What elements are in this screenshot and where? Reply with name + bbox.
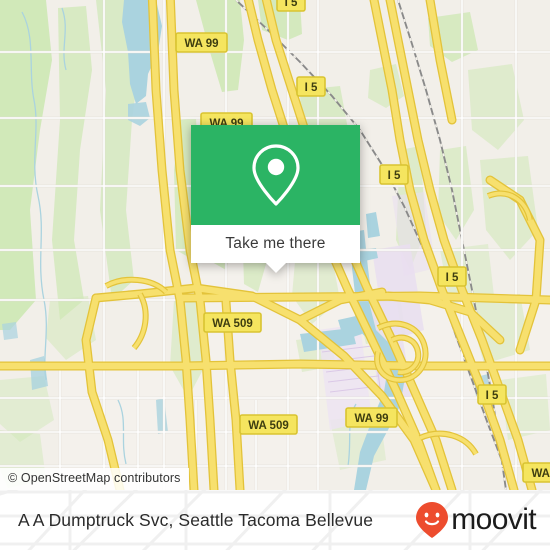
svg-text:I 5: I 5 <box>446 272 459 284</box>
shield-i5-e: I 5 <box>477 384 507 405</box>
shield-wa99-c: WA 99 <box>345 407 398 428</box>
shield-i5-b: I 5 <box>296 76 326 97</box>
place-title: A A Dumptruck Svc, Seattle Tacoma Bellev… <box>18 509 374 530</box>
moovit-brand[interactable]: moovit <box>415 501 537 539</box>
map-page: WA 99 I 5 I 5 WA 99 I 5 I 5 WA 509 I 5 W… <box>0 0 550 550</box>
moovit-wordmark: moovit <box>451 503 536 536</box>
popup-tail <box>264 262 287 273</box>
svg-text:WA 509: WA 509 <box>212 318 252 330</box>
take-me-there-label: Take me there <box>225 235 326 252</box>
shield-wa509-b: WA 509 <box>239 414 298 435</box>
shield-wa509-a: WA 509 <box>203 312 262 333</box>
shield-wa99-d: WA 99 <box>522 462 550 483</box>
shield-wa99-a: WA 99 <box>175 32 228 53</box>
svg-text:I 5: I 5 <box>388 170 401 182</box>
place-photo-placeholder <box>191 125 360 225</box>
svg-text:I 5: I 5 <box>486 390 499 402</box>
svg-text:WA 99: WA 99 <box>531 468 550 480</box>
place-popup-card[interactable]: Take me there <box>191 125 360 273</box>
moovit-smiling-pin-icon <box>416 502 449 538</box>
shield-i5-c: I 5 <box>379 164 409 185</box>
take-me-there-button[interactable]: Take me there <box>191 225 360 263</box>
map-attribution: © OpenStreetMap contributors <box>0 468 189 490</box>
footer-bar: A A Dumptruck Svc, Seattle Tacoma Bellev… <box>0 490 550 550</box>
svg-text:I 5: I 5 <box>285 0 298 9</box>
shield-i5-d: I 5 <box>437 266 467 287</box>
svg-text:I 5: I 5 <box>305 82 318 94</box>
svg-text:WA 509: WA 509 <box>248 420 288 432</box>
svg-text:WA 99: WA 99 <box>184 38 218 50</box>
map-pin-icon <box>251 144 300 206</box>
shield-i5-a: I 5 <box>276 0 306 12</box>
svg-text:WA 99: WA 99 <box>354 413 388 425</box>
